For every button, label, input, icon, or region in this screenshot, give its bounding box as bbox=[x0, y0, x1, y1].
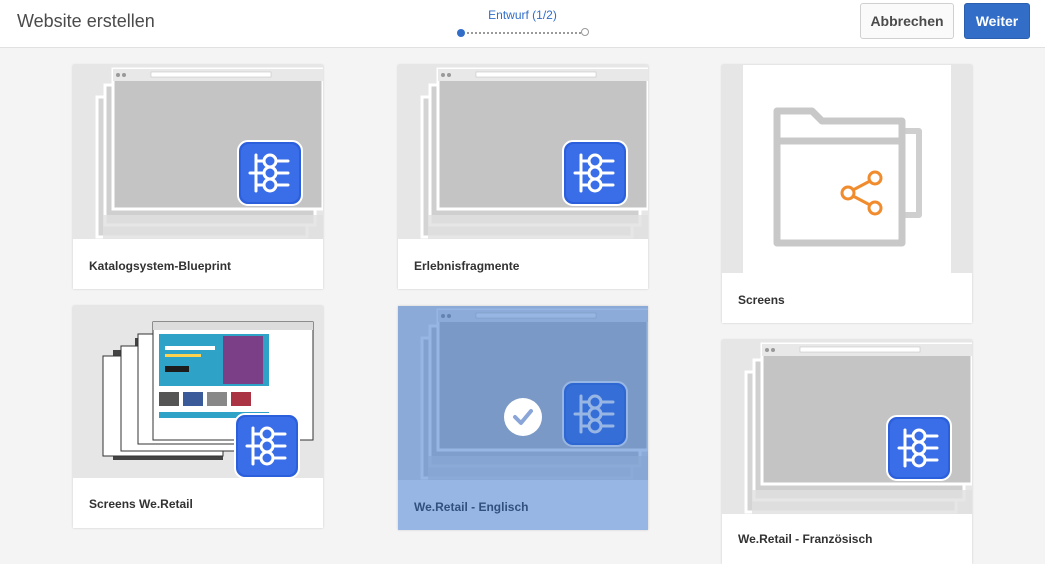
template-name: Screens bbox=[738, 293, 785, 307]
template-thumbnail bbox=[398, 65, 648, 239]
cancel-button[interactable]: Abbrechen bbox=[860, 3, 954, 39]
step-1-indicator bbox=[457, 29, 465, 37]
template-card-selected[interactable]: We.Retail - Englisch bbox=[398, 306, 648, 530]
step-connector bbox=[467, 32, 581, 34]
wizard-step-label: Entwurf (1/2) bbox=[488, 8, 557, 22]
next-button[interactable]: Weiter bbox=[964, 3, 1030, 39]
browser-stack-blueprint-icon bbox=[744, 342, 972, 514]
template-thumbnail bbox=[722, 65, 972, 273]
template-card[interactable]: Screens bbox=[722, 65, 972, 323]
browser-stack-blueprint-icon bbox=[420, 67, 648, 239]
template-name: We.Retail - Französisch bbox=[738, 532, 873, 546]
template-card[interactable]: We.Retail - Französisch bbox=[722, 340, 972, 564]
template-thumbnail bbox=[722, 340, 972, 514]
template-thumbnail bbox=[73, 306, 323, 478]
wizard-steps: Entwurf (1/2) bbox=[455, 8, 590, 40]
template-name: Screens We.Retail bbox=[89, 497, 193, 511]
checkmark-icon bbox=[504, 398, 542, 436]
template-card[interactable]: Katalogsystem-Blueprint bbox=[73, 65, 323, 289]
browser-stack-blueprint-icon bbox=[95, 67, 323, 239]
website-screens-blueprint-icon bbox=[102, 321, 314, 478]
template-name: Katalogsystem-Blueprint bbox=[89, 259, 232, 273]
template-card[interactable]: Screens We.Retail bbox=[73, 306, 323, 528]
template-card[interactable]: Erlebnisfragmente bbox=[398, 65, 648, 289]
template-name: Erlebnisfragmente bbox=[414, 259, 520, 273]
template-thumbnail bbox=[73, 65, 323, 239]
step-2-indicator bbox=[581, 28, 589, 36]
page-title: Website erstellen bbox=[17, 11, 155, 31]
folder-share-icon bbox=[773, 107, 922, 247]
wizard-header: Website erstellen Entwurf (1/2) Abbreche… bbox=[0, 0, 1045, 48]
